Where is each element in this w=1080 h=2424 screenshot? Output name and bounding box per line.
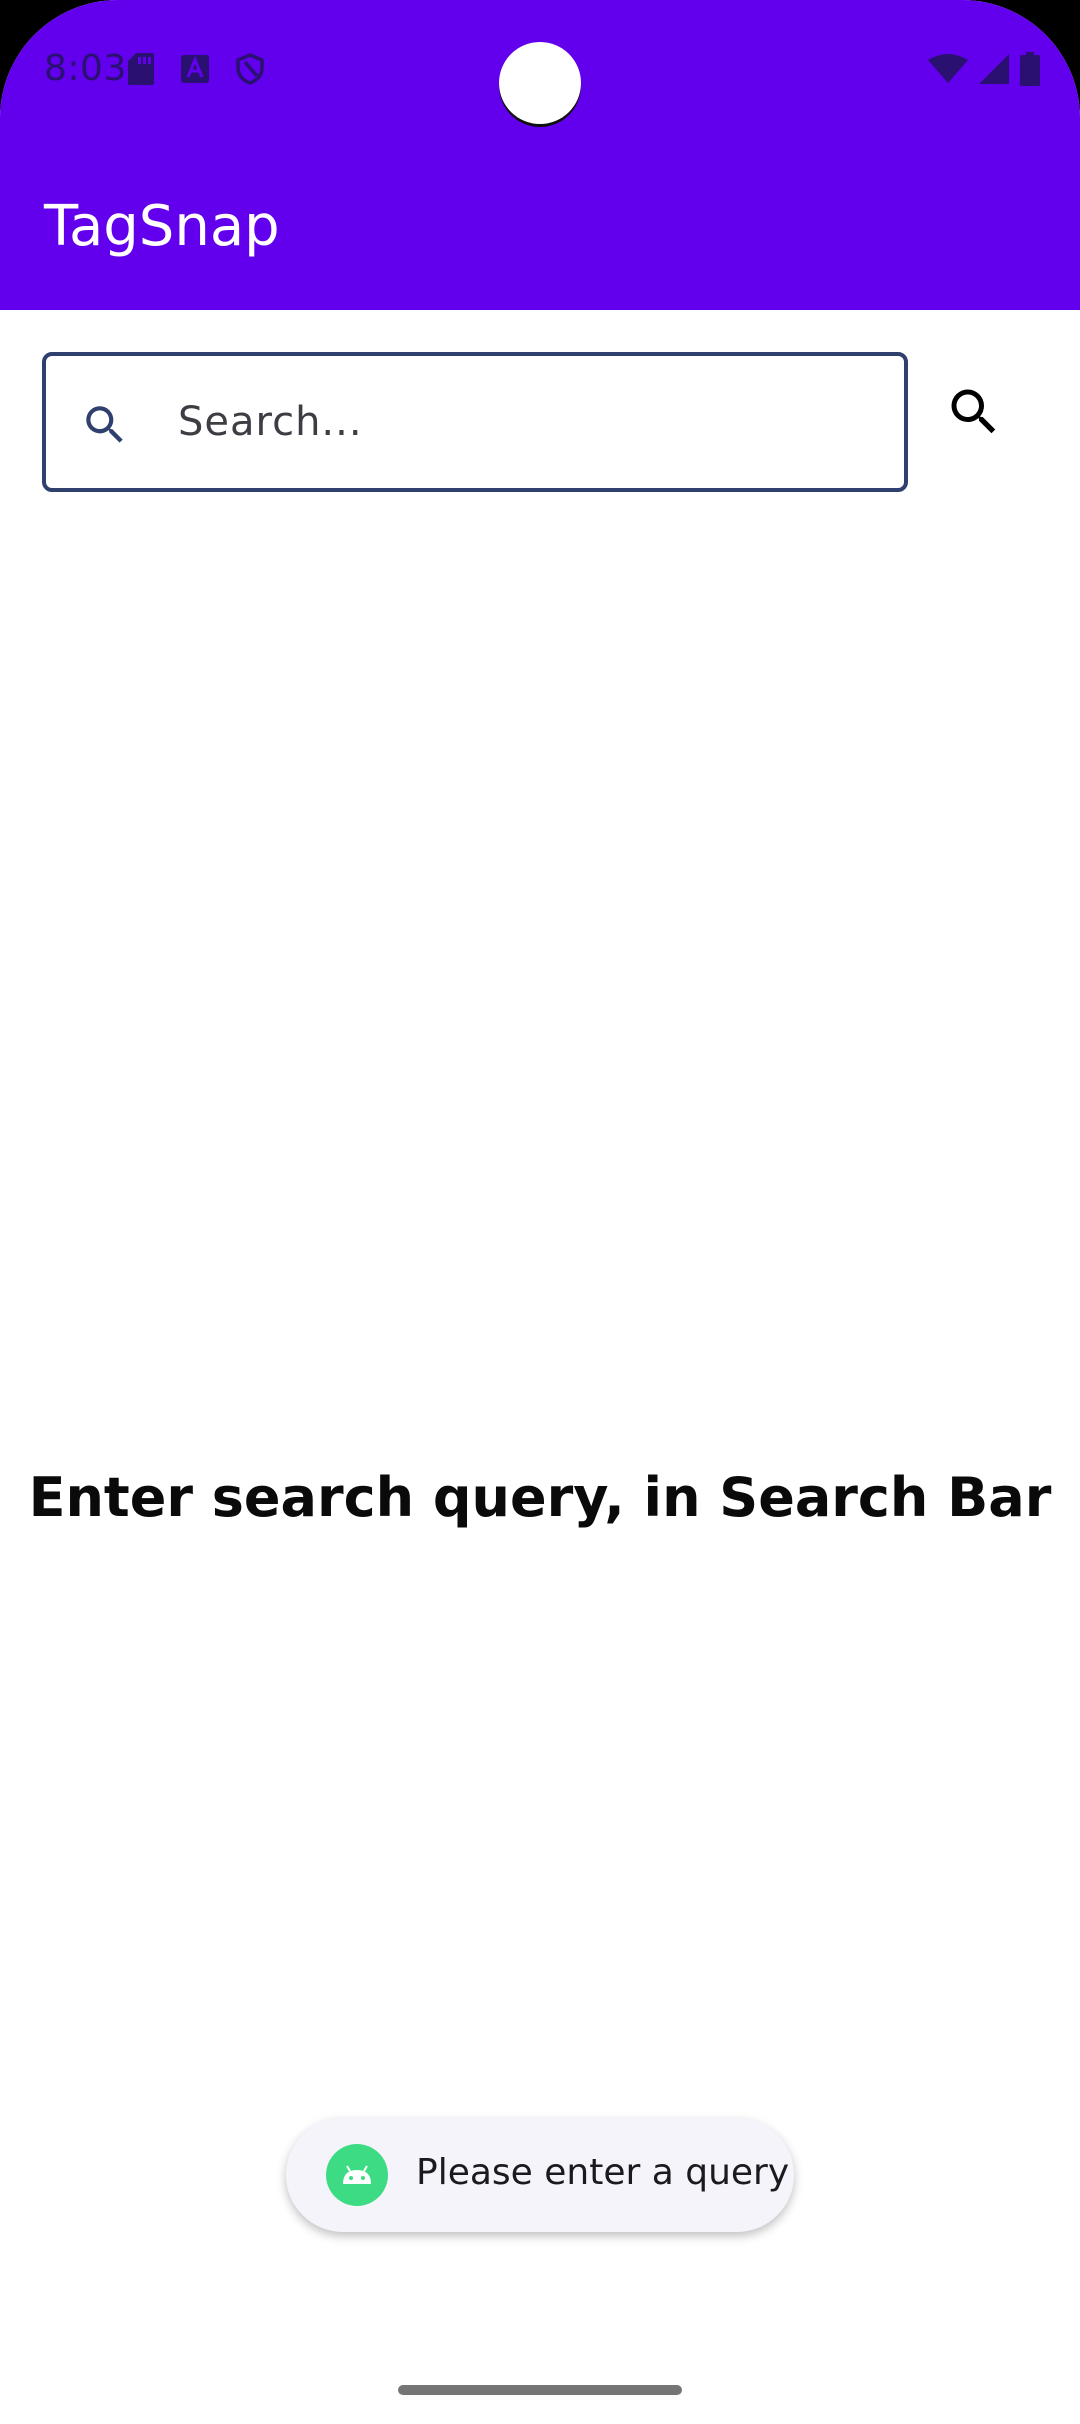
toast: Please enter a query <box>286 2118 794 2232</box>
sd-card-icon <box>128 53 154 85</box>
status-time: 8:03 <box>44 48 127 89</box>
shield-icon <box>236 53 264 85</box>
battery-icon <box>1020 52 1040 86</box>
status-system-icons <box>928 52 1040 86</box>
top-app-bar: 8:03 TagSnap <box>0 0 1080 310</box>
status-bar: 8:03 <box>0 0 1080 140</box>
wifi-icon <box>928 54 968 84</box>
gesture-navigation-bar[interactable] <box>398 2385 682 2395</box>
empty-state-message: Enter search query, in Search Bar <box>28 1466 1052 1529</box>
android-icon <box>326 2144 388 2206</box>
signal-icon <box>978 53 1010 85</box>
app-title: TagSnap <box>44 194 280 259</box>
search-input[interactable] <box>178 386 878 458</box>
toast-message: Please enter a query <box>416 2152 790 2193</box>
search-submit-button[interactable] <box>944 382 1004 442</box>
camera-cutout <box>499 42 581 124</box>
font-a-icon <box>180 54 210 84</box>
status-notification-icons <box>128 53 264 85</box>
search-field[interactable] <box>42 352 908 492</box>
search-icon <box>80 400 130 450</box>
app-screen: 8:03 TagSnap Search... Enter search quer… <box>0 0 1080 2424</box>
search-icon <box>951 389 996 434</box>
